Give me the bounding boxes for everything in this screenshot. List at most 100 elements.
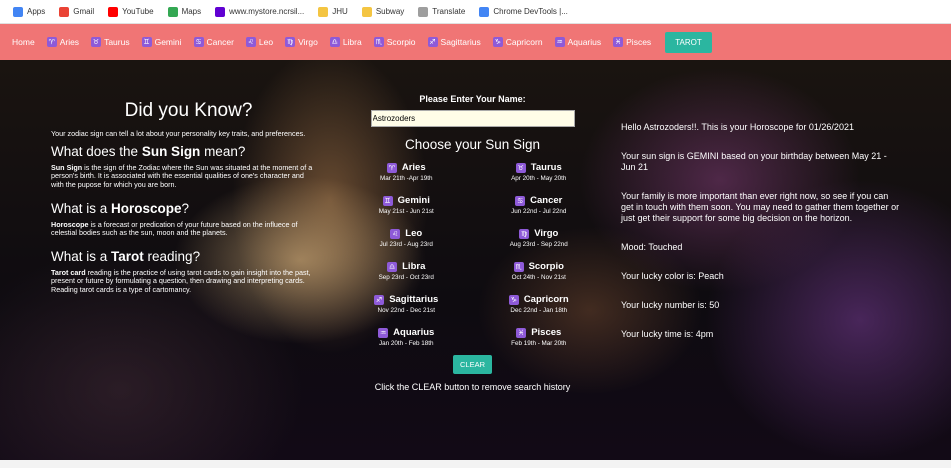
sign-option-virgo[interactable]: ♍ Virgo Aug 23rd - Sep 22nd — [503, 228, 576, 248]
sign-option-gemini[interactable]: ♊ Gemini May 21st - Jun 21st — [370, 195, 443, 215]
nav-gemini[interactable]: ♊ Gemini — [136, 37, 188, 47]
globe-icon — [418, 6, 429, 17]
bookmark-item[interactable]: www.mystore.ncrsil... — [208, 6, 311, 17]
name-input[interactable] — [370, 110, 575, 127]
sign-option-capricorn[interactable]: ♑ Capricorn Dec 22nd - Jan 18th — [503, 294, 576, 314]
sign-label: Aries — [401, 162, 426, 173]
sign-option-pisces[interactable]: ♓ Pisces Feb 19th - Mar 20th — [503, 327, 576, 347]
gemini-zodiac-icon: ♊ — [141, 37, 152, 47]
nav-sagittarius[interactable]: ♐ Sagittarius — [422, 37, 487, 47]
scorpio-zodiac-icon: ♏ — [513, 261, 524, 272]
sign-option-taurus[interactable]: ♉ Taurus Apr 20th - May 20th — [503, 162, 576, 182]
sign-name: ♐ Sagittarius — [374, 294, 438, 305]
virgo-zodiac-icon: ♍ — [519, 228, 530, 239]
sign-option-aquarius[interactable]: ♒ Aquarius Jan 20th - Feb 18th — [370, 327, 443, 347]
clear-note: Click the CLEAR button to remove search … — [374, 382, 571, 392]
taurus-zodiac-icon: ♉ — [515, 162, 526, 173]
bookmark-item[interactable]: Translate — [411, 6, 472, 17]
tarot-text: Tarot card reading is the practice of us… — [51, 268, 311, 294]
sign-option-leo[interactable]: ♌ Leo Jul 23rd - Aug 23rd — [370, 228, 443, 248]
nav-cancer[interactable]: ♋ Cancer — [188, 37, 240, 47]
bookmark-label: www.mystore.ncrsil... — [229, 7, 305, 16]
nav-libra[interactable]: ♎ Libra — [324, 37, 368, 47]
bookmark-item[interactable]: JHU — [311, 6, 355, 17]
sign-label: Capricorn — [523, 294, 569, 305]
virgo-zodiac-icon: ♍ — [285, 37, 296, 47]
sign-label: Gemini — [397, 195, 430, 206]
sign-name: ♈ Aries — [386, 162, 426, 173]
lucky-color-text: Your lucky color is: Peach — [621, 271, 724, 281]
nav-home[interactable]: Home — [6, 37, 41, 47]
nav-scorpio[interactable]: ♏ Scorpio — [368, 37, 422, 47]
sign-dates: Apr 20th - May 20th — [511, 175, 567, 182]
sign-label: Aquarius — [393, 327, 435, 338]
sign-option-aries[interactable]: ♈ Aries Mar 21th -Apr 19th — [370, 162, 443, 182]
bookmark-item[interactable]: Subway — [355, 6, 411, 17]
chrome-icon — [479, 6, 490, 17]
nav-capricorn[interactable]: ♑ Capricorn — [487, 37, 549, 47]
sign-option-libra[interactable]: ♎ Libra Sep 23rd - Oct 23rd — [370, 261, 443, 281]
sign-dates: Aug 23rd - Sep 22nd — [509, 241, 568, 248]
horoscope-result: Hello Astrozoders!!. This is your Horosc… — [621, 122, 901, 358]
nav-label: Leo — [258, 37, 274, 47]
sign-dates: Sep 23rd - Oct 23rd — [378, 274, 434, 281]
nav-virgo[interactable]: ♍ Virgo — [279, 37, 324, 47]
sign-dates: Dec 22nd - Jan 18th — [510, 307, 568, 314]
pisces-zodiac-icon: ♓ — [516, 327, 527, 338]
capricorn-zodiac-icon: ♑ — [492, 37, 503, 47]
sign-label: Sagittarius — [389, 294, 439, 305]
main-content: Did you Know? Your zodiac sign can tell … — [0, 60, 951, 460]
mood-text: Mood: Touched — [621, 242, 683, 252]
greeting-text: Hello Astrozoders!!. This is your Horosc… — [621, 122, 854, 132]
libra-zodiac-icon: ♎ — [329, 37, 340, 47]
bookmark-label: Chrome DevTools |... — [493, 7, 568, 16]
nav-label: Aquarius — [567, 37, 602, 47]
clear-button[interactable]: CLEAR — [452, 355, 492, 374]
sign-option-sagittarius[interactable]: ♐ Sagittarius Nov 22nd - Dec 21st — [370, 294, 443, 314]
bookmark-item[interactable]: Apps — [6, 6, 52, 17]
did-you-know-title: Did you Know? — [124, 100, 253, 121]
pisces-zodiac-icon: ♓ — [613, 37, 624, 47]
nav-label: Libra — [342, 37, 362, 47]
bookmark-label: Subway — [375, 7, 405, 16]
bookmark-item[interactable]: YouTube — [101, 6, 160, 17]
bookmark-item[interactable]: Chrome DevTools |... — [472, 6, 575, 17]
tarot-button[interactable]: TAROT — [665, 31, 712, 53]
sun-sign-chooser: Please Enter Your Name: Choose your Sun … — [370, 94, 575, 392]
nav-label: Cancer — [206, 37, 234, 47]
sign-name: ♏ Scorpio — [513, 261, 564, 272]
sign-label: Taurus — [530, 162, 562, 173]
sun-sign-heading: What does the Sun Sign mean? — [51, 144, 246, 160]
lucky-number-text: Your lucky number is: 50 — [621, 300, 720, 310]
horoscope-heading: What is a Horoscope? — [51, 200, 190, 216]
nav-label: Gemini — [154, 37, 182, 47]
bottom-strip — [0, 460, 951, 468]
nav-leo[interactable]: ♌ Leo — [240, 37, 279, 47]
sign-label: Virgo — [534, 228, 559, 239]
sun-sign-text: Sun Sign is the sign of the Zodiac where… — [51, 163, 313, 189]
cancer-zodiac-icon: ♋ — [515, 195, 526, 206]
nav-aries[interactable]: ♈ Aries — [41, 37, 85, 47]
nav-aquarius[interactable]: ♒ Aquarius — [549, 37, 608, 47]
sign-label: Scorpio — [528, 261, 564, 272]
nav-label: Taurus — [104, 37, 130, 47]
sign-option-scorpio[interactable]: ♏ Scorpio Oct 24th - Nov 21st — [503, 261, 576, 281]
sign-dates: May 21st - Jun 21st — [378, 208, 434, 215]
nav-label: Aries — [59, 37, 80, 47]
nav-label: Pisces — [626, 37, 652, 47]
sign-dates: Feb 19th - Mar 20th — [511, 340, 567, 347]
bookmark-item[interactable]: Gmail — [52, 6, 101, 17]
youtube-icon — [108, 6, 119, 17]
sign-dates: Mar 21th -Apr 19th — [380, 175, 433, 182]
bookmark-label: YouTube — [122, 7, 154, 16]
nav-taurus[interactable]: ♉ Taurus — [85, 37, 136, 47]
sign-option-cancer[interactable]: ♋ Cancer Jun 22nd - Jul 22nd — [503, 195, 576, 215]
forecast-text: Your family is more important than ever … — [621, 191, 900, 223]
yahoo-icon — [215, 6, 226, 17]
sign-dates: Jun 22nd - Jul 22nd — [511, 208, 567, 215]
bookmark-label: Maps — [181, 7, 202, 16]
bookmark-item[interactable]: Maps — [161, 6, 209, 17]
bookmark-label: Gmail — [73, 7, 95, 16]
nav-pisces[interactable]: ♓ Pisces — [607, 37, 657, 47]
sign-name: ♎ Libra — [387, 261, 425, 272]
